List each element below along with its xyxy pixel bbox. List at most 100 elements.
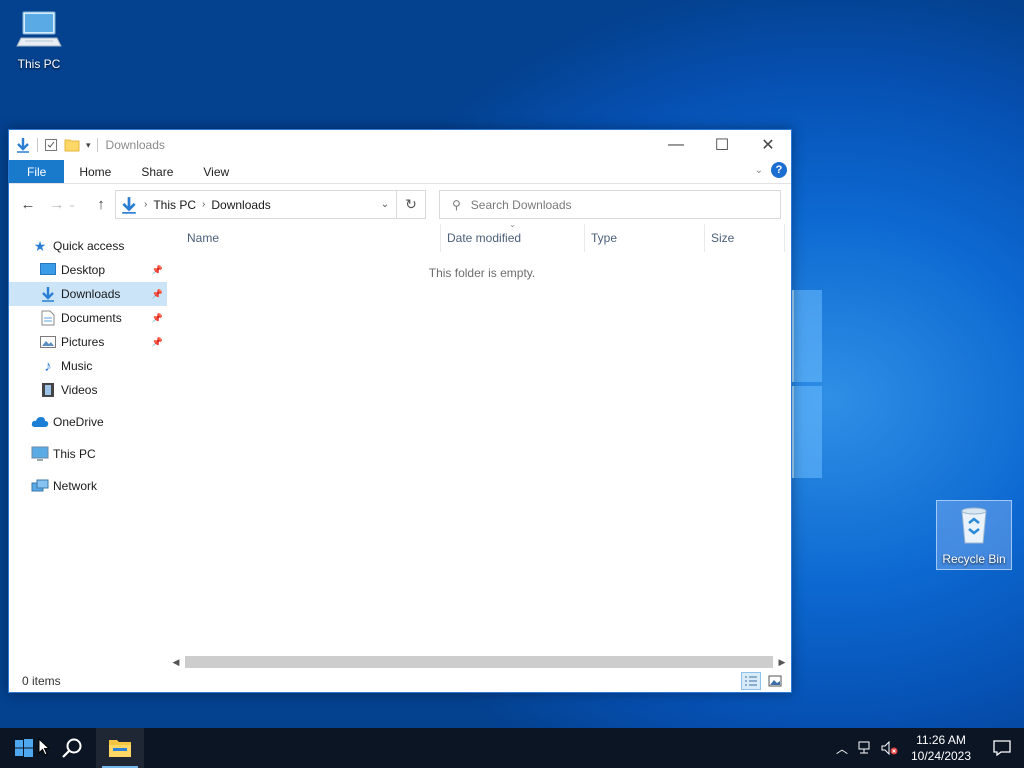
- maximize-button[interactable]: ☐: [699, 130, 745, 160]
- column-size[interactable]: Size: [705, 224, 785, 252]
- volume-muted-icon[interactable]: [878, 741, 902, 755]
- pictures-icon: [39, 333, 57, 351]
- notification-icon: [993, 740, 1011, 756]
- quick-access-toolbar: ▾ Downloads: [9, 130, 165, 160]
- scrollbar-thumb[interactable]: [185, 656, 773, 668]
- nav-item-music[interactable]: ♪ Music: [9, 354, 167, 378]
- title-bar[interactable]: ▾ Downloads — ☐ ✕: [9, 130, 791, 160]
- windows-logo-icon: [15, 739, 33, 757]
- star-icon: ★: [33, 237, 47, 254]
- search-button[interactable]: [48, 728, 96, 768]
- address-dropdown-icon[interactable]: ⌄: [375, 191, 395, 218]
- breadcrumb-downloads[interactable]: Downloads: [211, 198, 270, 212]
- pin-icon[interactable]: 📌: [152, 289, 163, 300]
- breadcrumb-this-pc[interactable]: This PC: [153, 198, 196, 212]
- videos-icon: [39, 381, 57, 399]
- scroll-left-icon[interactable]: ◀: [167, 657, 185, 668]
- download-icon: [17, 138, 29, 153]
- nav-label: Quick access: [53, 239, 125, 253]
- back-button[interactable]: ←: [16, 192, 40, 216]
- taskbar-file-explorer[interactable]: [96, 728, 144, 768]
- column-name[interactable]: Name: [181, 224, 441, 252]
- new-folder-icon[interactable]: [64, 138, 80, 152]
- onedrive-icon: [31, 413, 49, 431]
- desktop-icon: [39, 261, 57, 279]
- search-input[interactable]: Search Downloads: [471, 198, 572, 212]
- clock-date: 10/24/2023: [910, 749, 972, 763]
- help-icon[interactable]: ?: [771, 162, 787, 178]
- search-icon: [62, 738, 82, 758]
- nav-label: Desktop: [61, 263, 106, 277]
- nav-item-downloads[interactable]: Downloads 📌: [9, 282, 167, 306]
- taskbar: ︿ 11:26 AM 10/24/2023: [0, 728, 1024, 768]
- search-icon: ⚲: [452, 197, 461, 212]
- column-date-modified[interactable]: ⌄ Date modified: [441, 220, 585, 252]
- nav-item-desktop[interactable]: Desktop 📌: [9, 258, 167, 282]
- file-list[interactable]: Name ⌄ Date modified Type Size This folde…: [167, 220, 791, 670]
- nav-onedrive[interactable]: OneDrive: [9, 410, 167, 434]
- mouse-cursor-icon: [38, 738, 50, 756]
- column-headers: Name ⌄ Date modified Type Size: [167, 220, 791, 252]
- search-box[interactable]: ⚲ Search Downloads: [439, 190, 781, 219]
- nav-label: Network: [53, 479, 98, 493]
- download-icon: [39, 285, 57, 303]
- system-tray: ︿ 11:26 AM 10/24/2023: [830, 728, 1024, 768]
- nav-this-pc[interactable]: This PC: [9, 442, 167, 466]
- tab-home[interactable]: Home: [64, 160, 126, 183]
- large-icons-view-button[interactable]: [765, 672, 785, 690]
- nav-label: Downloads: [61, 287, 121, 301]
- recent-locations-button[interactable]: ⌄: [65, 192, 79, 216]
- tab-share[interactable]: Share: [126, 160, 188, 183]
- show-hidden-icons-icon[interactable]: ︿: [830, 740, 854, 757]
- pin-icon[interactable]: 📌: [152, 265, 163, 276]
- refresh-button[interactable]: ↻: [396, 191, 425, 218]
- details-view-icon: [745, 676, 757, 686]
- desktop-icon-label: Recycle Bin: [942, 552, 1006, 566]
- horizontal-scrollbar[interactable]: ◀ ▶: [167, 654, 791, 670]
- nav-quick-access[interactable]: ★ Quick access: [9, 234, 167, 258]
- nav-item-pictures[interactable]: Pictures 📌: [9, 330, 167, 354]
- network-status-icon[interactable]: [854, 741, 878, 755]
- nav-network[interactable]: Network: [9, 474, 167, 498]
- expand-ribbon-icon[interactable]: ⌄: [755, 165, 763, 176]
- properties-icon[interactable]: [44, 138, 58, 152]
- tab-view[interactable]: View: [188, 160, 244, 183]
- pin-icon[interactable]: 📌: [152, 313, 163, 324]
- scroll-right-icon[interactable]: ▶: [773, 657, 791, 668]
- network-icon: [31, 477, 49, 495]
- column-type[interactable]: Type: [585, 224, 705, 252]
- close-button[interactable]: ✕: [745, 130, 791, 160]
- minimize-button[interactable]: —: [653, 130, 699, 160]
- nav-item-videos[interactable]: Videos: [9, 378, 167, 402]
- desktop-icon-recycle-bin[interactable]: Recycle Bin: [936, 500, 1012, 570]
- action-center-button[interactable]: [980, 740, 1024, 756]
- address-bar[interactable]: › This PC › Downloads ⌄ ↻: [115, 190, 426, 219]
- nav-label: OneDrive: [53, 415, 104, 429]
- music-icon: ♪: [44, 357, 52, 375]
- nav-item-documents[interactable]: Documents 📌: [9, 306, 167, 330]
- clock[interactable]: 11:26 AM 10/24/2023: [902, 732, 980, 764]
- download-icon: [122, 196, 136, 214]
- desktop-icon-this-pc[interactable]: This PC: [1, 8, 77, 76]
- file-explorer-icon: [109, 740, 131, 757]
- details-view-button[interactable]: [741, 672, 761, 690]
- navigation-bar: ← → ⌄ ↑ › This PC › Downloads ⌄ ↻ ⚲ Sear…: [9, 184, 791, 224]
- computer-icon: [31, 445, 49, 463]
- chevron-right-icon[interactable]: ›: [144, 199, 147, 210]
- nav-label: This PC: [53, 447, 96, 461]
- desktop-icon-label: This PC: [17, 57, 61, 71]
- chevron-right-icon[interactable]: ›: [202, 199, 205, 210]
- computer-icon: [16, 11, 62, 47]
- ribbon-tabs: File Home Share View ⌄ ?: [9, 160, 791, 184]
- up-button[interactable]: ↑: [89, 192, 113, 216]
- tab-file[interactable]: File: [9, 160, 65, 183]
- empty-folder-message: This folder is empty.: [428, 266, 536, 280]
- pin-icon[interactable]: 📌: [152, 337, 163, 348]
- large-icons-view-icon: [768, 675, 782, 687]
- desktop-windows-logo: [792, 290, 824, 480]
- documents-icon: [39, 309, 57, 327]
- recycle-bin-icon: [961, 507, 987, 544]
- item-count: 0 items: [22, 674, 61, 688]
- sort-arrow-icon: ⌄: [509, 220, 516, 229]
- customize-qat-icon[interactable]: ▾: [86, 140, 91, 151]
